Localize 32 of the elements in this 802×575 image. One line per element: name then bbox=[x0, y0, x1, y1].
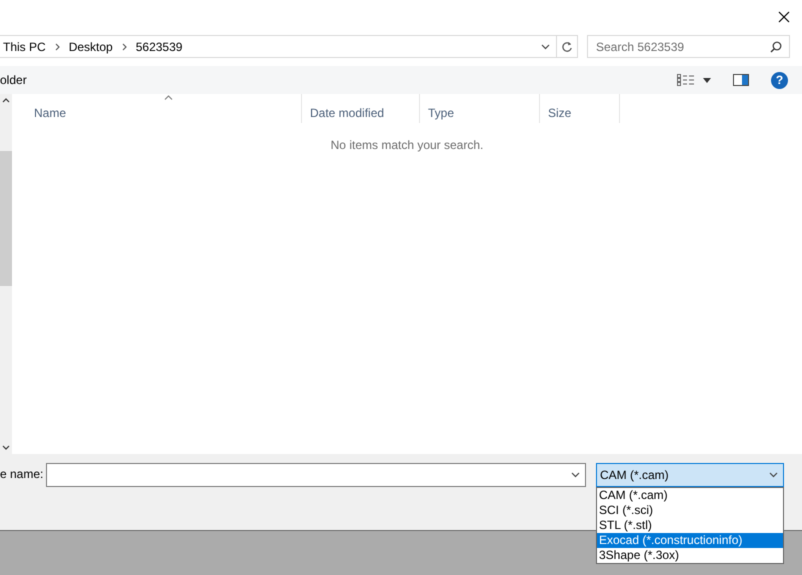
file-name-label: e name: bbox=[0, 466, 44, 483]
details-view-icon bbox=[677, 74, 695, 86]
scroll-up-icon bbox=[2, 98, 10, 103]
refresh-icon bbox=[561, 40, 573, 52]
column-header[interactable]: Name bbox=[26, 94, 302, 123]
search-icon bbox=[770, 41, 782, 53]
help-button[interactable]: ? bbox=[771, 72, 788, 88]
caret-icon bbox=[703, 78, 711, 82]
chevron-down-icon bbox=[768, 472, 778, 478]
file-name-field[interactable] bbox=[46, 463, 586, 487]
chevron-down-icon bbox=[540, 44, 551, 50]
preview-pane-icon bbox=[733, 74, 749, 86]
file-type-dropdown[interactable]: CAM (*.cam) bbox=[596, 463, 784, 487]
scrollbar[interactable] bbox=[0, 94, 12, 454]
close-icon bbox=[778, 10, 790, 22]
dropdown-option[interactable]: Exocad (*.constructioninfo) bbox=[597, 533, 783, 548]
breadcrumb-item[interactable]: This PC bbox=[3, 40, 46, 54]
scroll-down-icon bbox=[2, 445, 10, 450]
scrollbar-thumb[interactable] bbox=[0, 151, 12, 286]
column-header[interactable]: Date modified bbox=[302, 94, 420, 123]
breadcrumb-item[interactable]: Desktop bbox=[68, 40, 113, 54]
column-header[interactable]: Type bbox=[420, 94, 540, 123]
breadcrumb-item[interactable]: 5623539 bbox=[136, 40, 182, 54]
chevron-right-icon bbox=[54, 42, 60, 50]
empty-message: No items match your search. bbox=[330, 138, 484, 152]
chevron-right-icon bbox=[122, 42, 127, 50]
column-header[interactable]: Size bbox=[540, 94, 620, 123]
sort-caret-icon bbox=[164, 95, 172, 100]
new-folder-button[interactable]: older bbox=[0, 73, 659, 87]
search-field[interactable]: Search 5623539 bbox=[587, 35, 790, 58]
chevron-down-icon bbox=[570, 472, 580, 478]
address-bar[interactable]: This PC Desktop 5623539 bbox=[0, 35, 578, 58]
